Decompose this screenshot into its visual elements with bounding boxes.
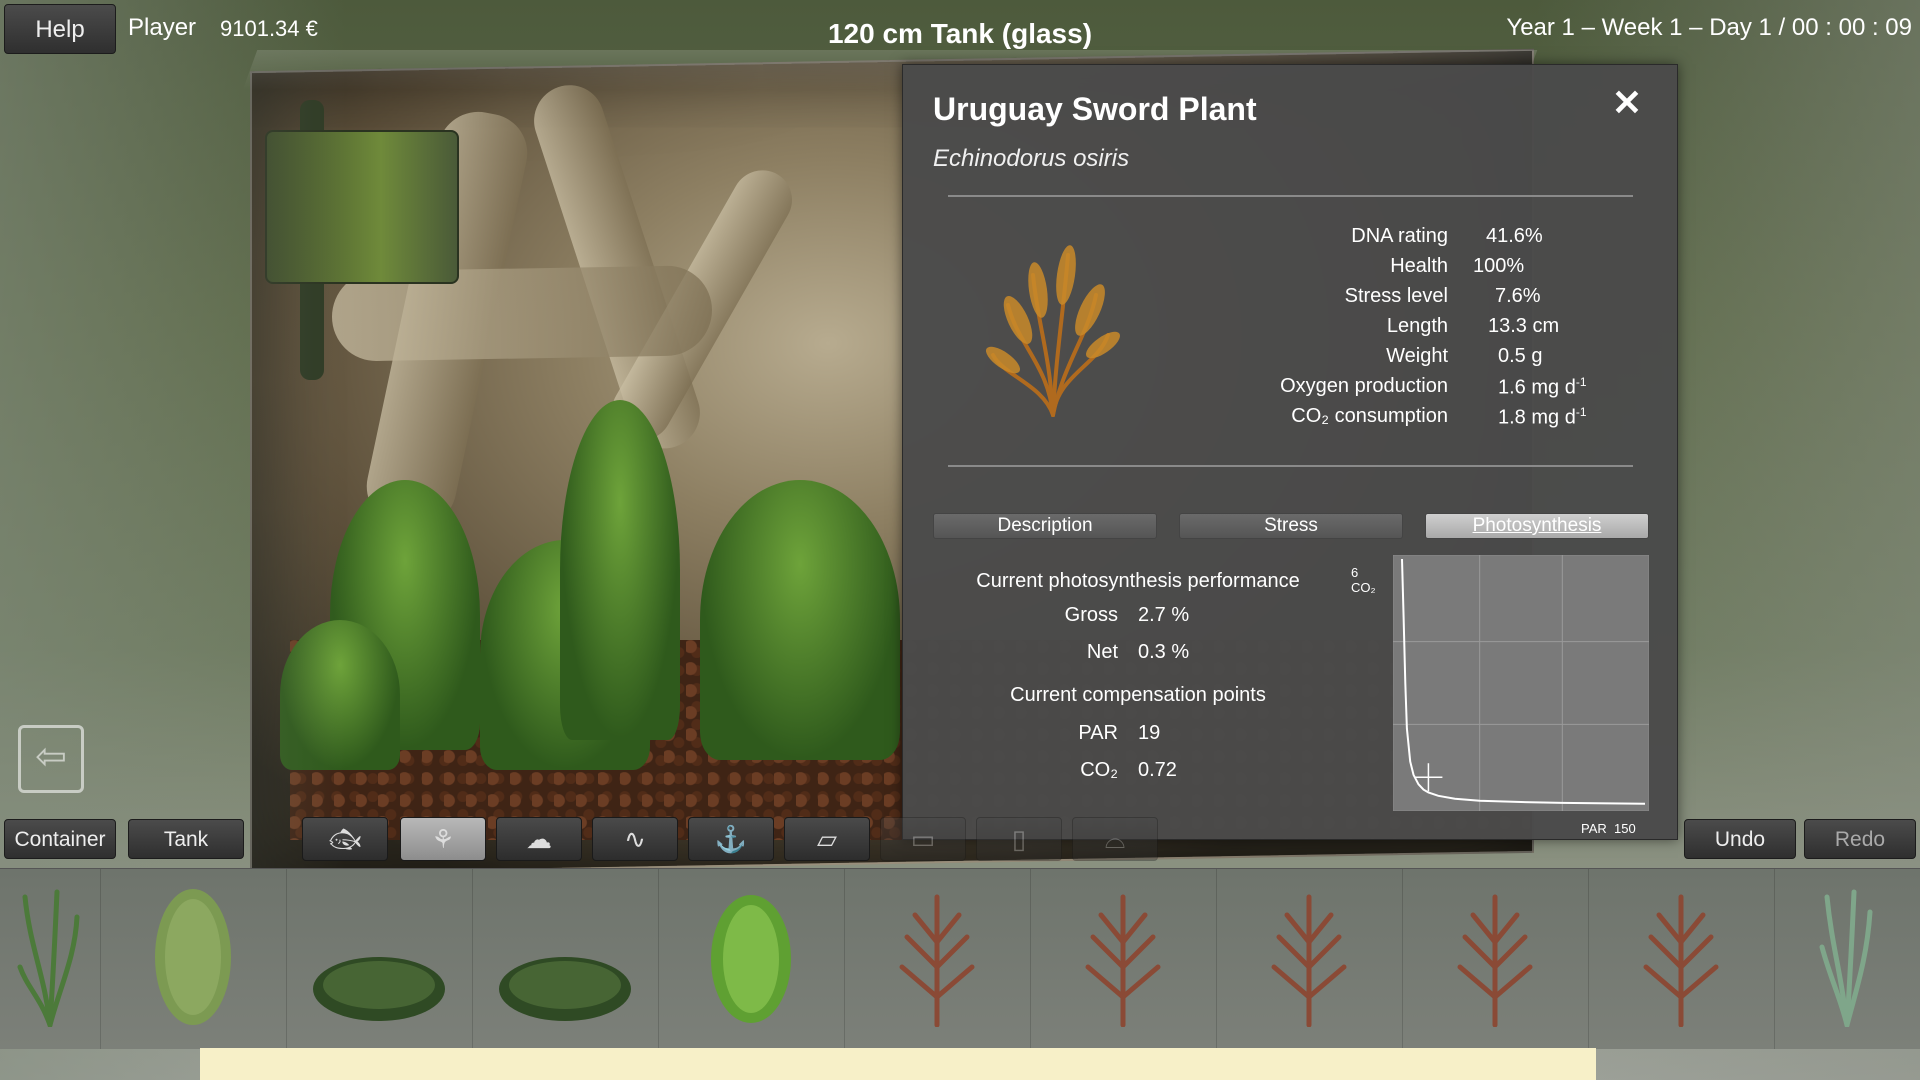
co2-row: CO₂ 0.72 <box>1080 759 1177 781</box>
help-button[interactable]: Help <box>4 4 116 54</box>
shelf-item-red-sword-plant[interactable] <box>1216 869 1403 1049</box>
plant-thumbnail <box>985 245 1121 417</box>
stat-oxygen-production: Oxygen production 1.6 mg d-1 <box>1280 375 1587 399</box>
player-money: 9101.34 € <box>220 16 318 41</box>
shelf-item-bushy-green-plant[interactable] <box>100 869 287 1049</box>
status-footer-bar <box>200 1048 1596 1080</box>
plant-scientific-name: Echinodorus osiris <box>933 145 1130 172</box>
tab-stress[interactable]: Stress <box>1179 513 1403 539</box>
driftwood-icon[interactable]: ∿ <box>592 817 678 861</box>
stat-stress-level: Stress level 7.6% <box>1344 285 1541 307</box>
par-row: PAR 19 <box>1078 722 1161 744</box>
equipment-icon[interactable]: ▯ <box>976 817 1062 861</box>
photosynthesis-graph: 6 CO₂ PAR 150 <box>1351 555 1651 836</box>
panel-tabs: Description Stress Photosynthesis <box>933 513 1649 541</box>
net-row: Net 0.3 % <box>1086 641 1190 663</box>
plant-name: Uruguay Sword Plant <box>933 91 1257 127</box>
tank-title: 120 cm Tank (glass) <box>827 18 1093 49</box>
shelf-item-tall-grass-plant[interactable] <box>1774 869 1920 1049</box>
tab-photosynthesis[interactable]: Photosynthesis <box>1425 513 1649 539</box>
shelf-item-red-sword-plant[interactable] <box>1030 869 1217 1049</box>
redo-button[interactable]: Redo <box>1804 819 1916 859</box>
stat-co2-consumption: CO₂ consumption 1.8 mg d-1 <box>1291 405 1587 429</box>
anchor-icon[interactable]: ⚓ <box>688 817 774 861</box>
tank-button[interactable]: Tank <box>128 819 244 859</box>
plant-icon[interactable]: ⚘ <box>400 817 486 861</box>
shelf-item-red-sword-plant[interactable] <box>1402 869 1589 1049</box>
shelf-item-light-green-fern[interactable] <box>658 869 845 1049</box>
player-label: Player <box>128 14 197 41</box>
shelf-item-carpet-plant[interactable] <box>472 869 659 1049</box>
graph-x-axis-label: PAR 150 <box>1581 821 1636 836</box>
stat-weight: Weight 0.5 g <box>1386 345 1543 367</box>
substrate-icon[interactable]: ▱ <box>784 817 870 861</box>
container-button[interactable]: Container <box>4 819 116 859</box>
lighting-icon[interactable]: ⌓ <box>1072 817 1158 861</box>
performance-heading: Current photosynthesis performance <box>976 570 1300 592</box>
close-icon[interactable]: ✕ <box>1607 83 1647 123</box>
shelf-item-red-sword-plant[interactable] <box>1588 869 1775 1049</box>
stat-dna-rating: DNA rating 41.6% <box>1351 225 1543 247</box>
game-clock: Year 1 – Week 1 – Day 1 / 00 : 00 : 09 <box>1506 14 1912 41</box>
fish-icon[interactable]: 🐟︎ <box>302 817 388 861</box>
exit-icon[interactable]: ⇦ <box>18 725 84 793</box>
gross-row: Gross 2.7 % <box>1064 604 1190 626</box>
divider <box>948 195 1633 197</box>
stat-length: Length 13.3 cm <box>1386 315 1560 337</box>
shelf-item-carpet-plant[interactable] <box>286 869 473 1049</box>
compensation-heading: Current compensation points <box>1010 684 1266 706</box>
plant-stats: DNA rating 41.6% Health 100% Stress leve… <box>1133 225 1653 435</box>
graph-plot <box>1393 555 1649 811</box>
shelf-item-grass-plant[interactable] <box>0 869 101 1049</box>
plant-catalog-shelf <box>0 868 1920 1049</box>
tab-description[interactable]: Description <box>933 513 1157 539</box>
stat-health: Health 100% <box>1390 255 1525 277</box>
divider <box>948 465 1633 467</box>
graph-y-axis-label: 6 CO₂ <box>1351 565 1376 595</box>
photosynthesis-details: Current photosynthesis performance Gross… <box>963 570 1313 796</box>
shelf-item-red-sword-plant[interactable] <box>844 869 1031 1049</box>
background-icon[interactable]: ▭ <box>880 817 966 861</box>
rock-icon[interactable]: ☁ <box>496 817 582 861</box>
plant-info-panel: Uruguay Sword Plant Echinodorus osiris ✕… <box>902 64 1678 840</box>
undo-button[interactable]: Undo <box>1684 819 1796 859</box>
